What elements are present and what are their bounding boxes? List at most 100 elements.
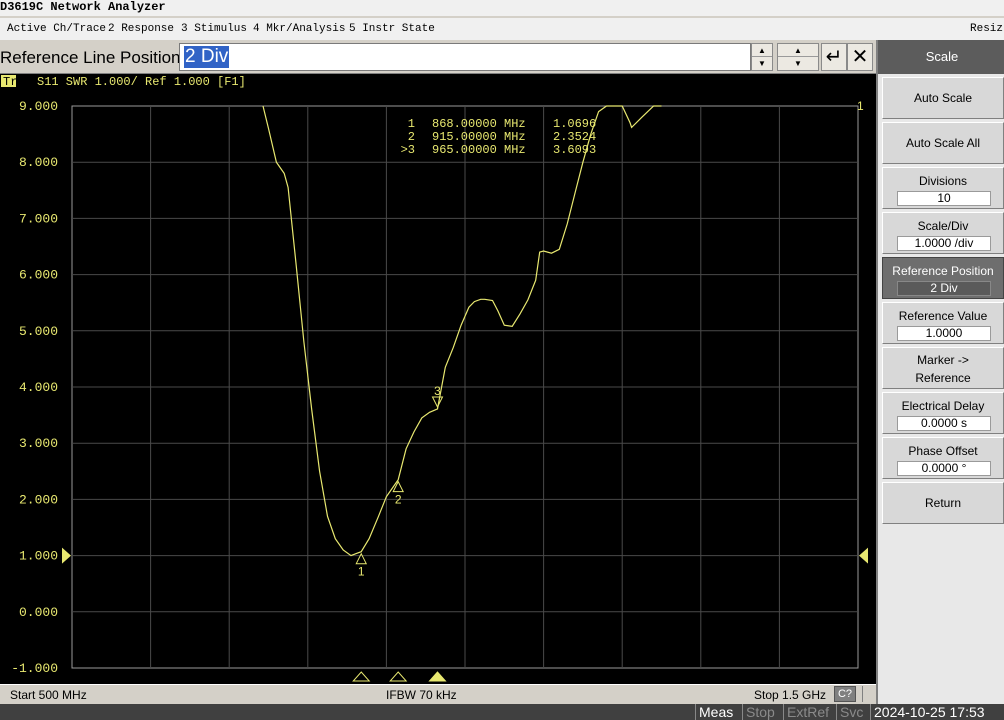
marker-triangle-icon — [431, 396, 444, 409]
step-up-icon[interactable]: ▲ — [778, 44, 818, 57]
bottom-marker-icon — [352, 671, 371, 682]
clock: 2024-10-25 17:53 — [870, 704, 988, 720]
marker-label: 1 — [358, 565, 365, 579]
enter-button[interactable]: ↵ — [821, 43, 847, 71]
window-title-bar: D3619C Network Analyzer — [0, 0, 1004, 16]
window-title: D3619C Network Analyzer — [0, 0, 166, 14]
marker-readout-prefix: 1 — [408, 117, 415, 131]
plot-grid — [71, 105, 859, 669]
marker-readout-freq: 915.00000 MHz — [432, 130, 526, 144]
electrical-delay-label: Electrical Delay — [901, 399, 985, 413]
phase-offset-button[interactable]: Phase Offset 0.0000 ° — [882, 437, 1004, 479]
y-tick-label: -1.000 — [11, 661, 58, 676]
y-tick-label: 0.000 — [19, 605, 58, 620]
menu-stimulus[interactable]: 3 Stimulus — [181, 23, 247, 35]
menu-resize[interactable]: Resiz — [970, 23, 1003, 35]
marker-readout-value: 1.0696 — [553, 117, 596, 131]
marker-readout-freq: 965.00000 MHz — [432, 143, 526, 157]
y-tick-label: 6.000 — [19, 268, 58, 283]
y-tick-label: 1.000 — [19, 549, 58, 564]
y-tick-label: 9.000 — [19, 99, 58, 114]
divisions-label: Divisions — [918, 174, 967, 188]
entry-step-spinner[interactable]: ▲ ▼ — [777, 43, 819, 71]
menu-active-ch-trace[interactable]: Active Ch/Trace — [7, 23, 106, 35]
spin-up-icon[interactable]: ▲ — [752, 44, 772, 57]
y-tick-label: 5.000 — [19, 324, 58, 339]
reference-right-label: 1 — [857, 99, 864, 113]
scale-div-button[interactable]: Scale/Div 1.0000 /div — [882, 212, 1004, 254]
marker-symbols: 1 2 3 — [352, 384, 447, 682]
softkey-panel: Scale Auto Scale Auto Scale All Division… — [876, 40, 1004, 704]
trace-plot[interactable]: Tr1 S11 SWR 1.000/ Ref 1.000 [F1] 9.000 8… — [0, 74, 876, 684]
scale-div-value: 1.0000 /div — [897, 236, 991, 251]
step-down-icon[interactable]: ▼ — [778, 57, 818, 70]
menu-bar: Active Ch/Trace 2 Response 3 Stimulus 4 … — [0, 18, 1004, 40]
trace-badge[interactable]: Tr1 — [3, 75, 25, 89]
phase-offset-value: 0.0000 ° — [897, 461, 991, 476]
reference-value-label: Reference Value — [898, 309, 988, 323]
channel-status-bar: Start 500 MHz IFBW 70 kHz Stop 1.5 GHz C… — [0, 684, 876, 704]
stop-indicator: Stop — [742, 704, 778, 720]
auto-scale-all-label: Auto Scale All — [905, 136, 981, 150]
y-tick-label: 4.000 — [19, 380, 58, 395]
entry-label: Reference Line Position — [0, 48, 181, 67]
phase-offset-label: Phase Offset — [908, 444, 978, 458]
spin-down-icon[interactable]: ▼ — [752, 57, 772, 70]
marker-readout-prefix: 2 — [408, 130, 415, 144]
extref-indicator: ExtRef — [783, 704, 832, 720]
marker-readout-prefix: >3 — [401, 143, 415, 157]
instrument-status-bar: Meas Stop ExtRef Svc 2024-10-25 17:53 — [0, 704, 1004, 720]
marker-to-reference-button[interactable]: Marker -> Reference — [882, 347, 1004, 389]
entry-input-value: 2 Div — [184, 46, 230, 68]
marker-to-reference-line1: Marker -> — [917, 353, 969, 367]
channel-indicator: C? — [834, 686, 856, 702]
plot-svg: Tr1 S11 SWR 1.000/ Ref 1.000 [F1] 9.000 8… — [1, 75, 868, 682]
auto-scale-label: Auto Scale — [913, 91, 973, 105]
menu-mkr-analysis[interactable]: 4 Mkr/Analysis — [253, 23, 345, 35]
marker-readout-freq: 868.00000 MHz — [432, 117, 526, 131]
marker-triangle-icon — [392, 480, 404, 493]
entry-input-field[interactable]: 2 Div — [179, 43, 751, 71]
entry-bar: Reference Line Position 2 Div ▲ ▼ ▲ ▼ ↵ … — [0, 40, 876, 74]
electrical-delay-button[interactable]: Electrical Delay 0.0000 s — [882, 392, 1004, 434]
scale-div-label: Scale/Div — [917, 219, 969, 233]
y-axis-ticks: 9.000 8.000 7.000 6.000 5.000 4.000 3.000 2.000… — [11, 99, 58, 676]
stop-frequency[interactable]: Stop 1.5 GHz — [754, 688, 826, 702]
y-tick-label: 2.000 — [19, 492, 58, 507]
marker-to-reference-line2: Reference — [915, 371, 971, 385]
ifbw[interactable]: IFBW 70 kHz — [386, 688, 457, 702]
auto-scale-button[interactable]: Auto Scale — [882, 77, 1004, 119]
svc-indicator: Svc — [836, 704, 866, 720]
auto-scale-all-button[interactable]: Auto Scale All — [882, 122, 1004, 164]
reference-value-value: 1.0000 — [897, 326, 991, 341]
reference-arrow-right-icon — [859, 547, 868, 564]
softkey-menu-title: Scale — [878, 40, 1004, 74]
y-tick-label: 3.000 — [19, 436, 58, 451]
bottom-marker-icon — [428, 671, 447, 682]
meas-indicator: Meas — [695, 704, 737, 720]
divisions-button[interactable]: Divisions 10 — [882, 167, 1004, 209]
marker-label: 3 — [434, 384, 441, 398]
electrical-delay-value: 0.0000 s — [897, 416, 991, 431]
y-tick-label: 8.000 — [19, 155, 58, 170]
menu-instr-state[interactable]: 5 Instr State — [349, 23, 435, 35]
status-separator — [862, 686, 872, 702]
marker-readout: 1 868.00000 MHz 1.06962 915.00000 MHz 2.3524… — [401, 117, 597, 157]
return-button[interactable]: Return — [882, 482, 1004, 524]
start-frequency[interactable]: Start 500 MHz — [10, 688, 87, 702]
reference-position-button[interactable]: Reference Position 2 Div — [882, 257, 1004, 299]
reference-position-label: Reference Position — [892, 264, 994, 278]
close-icon: ✕ — [851, 46, 869, 68]
reference-position-value: 2 Div — [897, 281, 991, 296]
reference-arrow-left-icon — [62, 547, 71, 564]
entry-close-button[interactable]: ✕ — [847, 43, 873, 71]
y-tick-label: 7.000 — [19, 211, 58, 226]
bottom-marker-icon — [389, 671, 408, 682]
marker-label: 2 — [395, 493, 402, 507]
trace-header: S11 SWR 1.000/ Ref 1.000 [F1] — [37, 75, 246, 89]
divisions-value: 10 — [897, 191, 991, 206]
entry-spinner[interactable]: ▲ ▼ — [751, 43, 773, 71]
menu-response[interactable]: 2 Response — [108, 23, 174, 35]
reference-value-button[interactable]: Reference Value 1.0000 — [882, 302, 1004, 344]
return-label: Return — [924, 496, 962, 510]
